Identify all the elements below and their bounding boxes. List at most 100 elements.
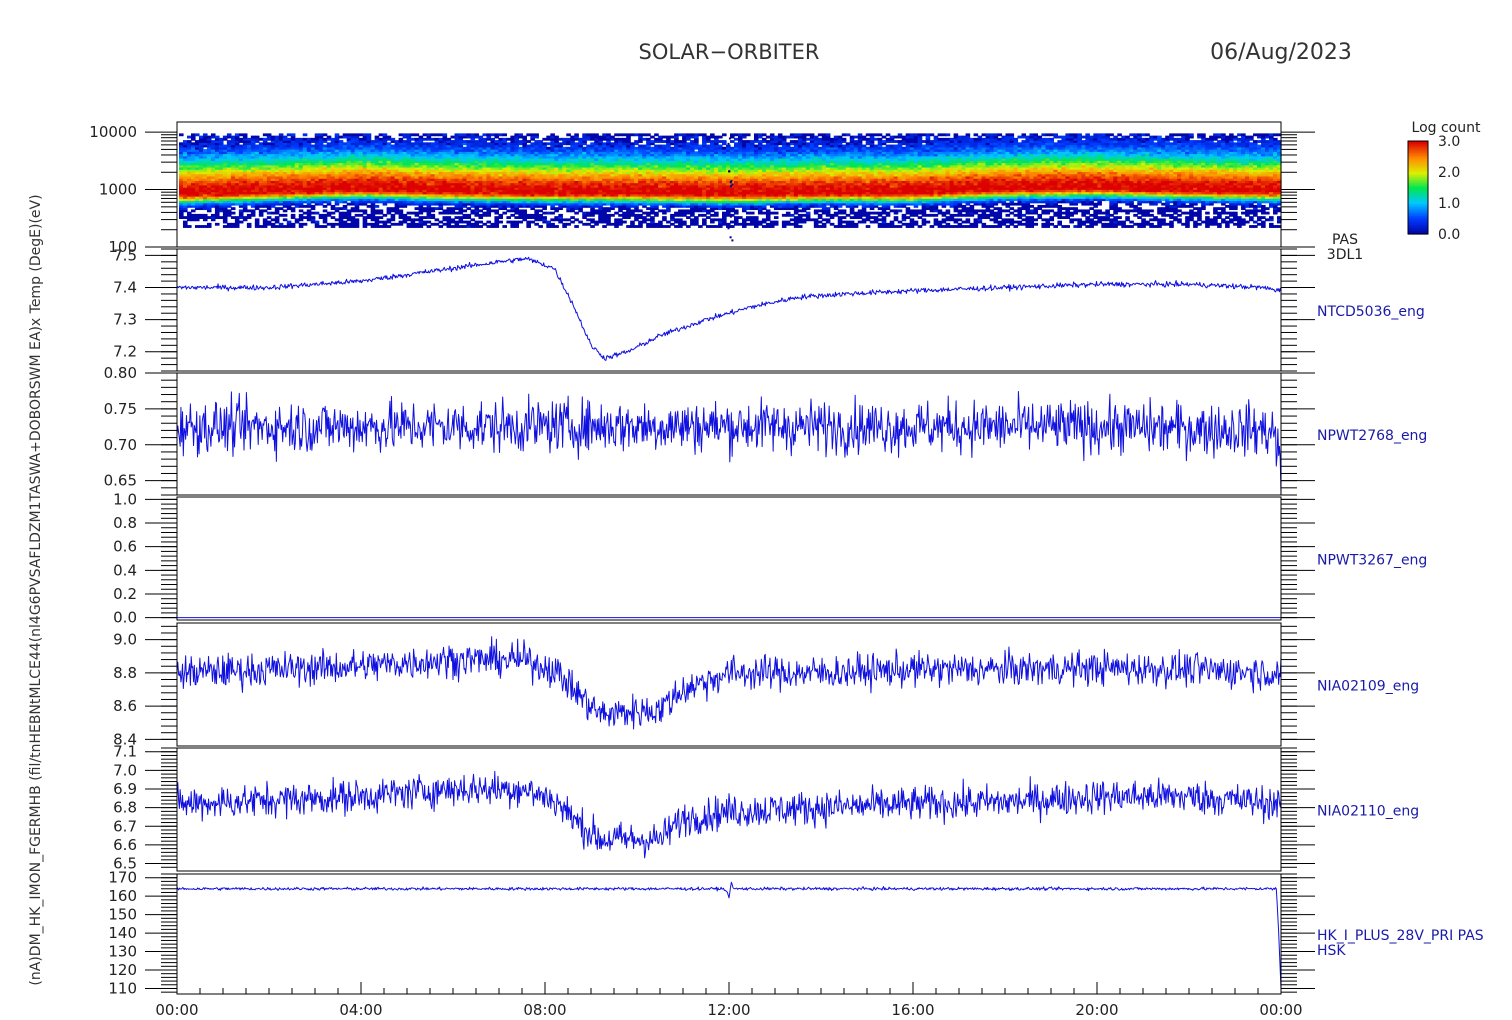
spectrogram-cell (470, 222, 476, 226)
spectrogram-cell (210, 213, 216, 217)
spectrogram-cell (326, 222, 332, 226)
spectrogram-cell (378, 225, 384, 228)
spectrogram-cell (550, 211, 555, 215)
spectrogram-cell (266, 216, 272, 219)
spectrogram-cell (226, 222, 232, 226)
spectrogram-cell (402, 133, 408, 137)
spectrogram-cell (202, 213, 208, 217)
spectrogram-cell (358, 137, 364, 141)
spectrogram-cell (218, 216, 224, 219)
spectrogram-cell (406, 211, 412, 215)
spectrogram-cell (386, 135, 392, 139)
spectrogram-cell (538, 209, 543, 213)
spectrogram-cell (630, 220, 635, 224)
spectrogram-cell (402, 140, 408, 143)
spectrogram-cell (586, 133, 591, 137)
spectrogram-cell (586, 144, 591, 148)
spectrogram-cell (638, 133, 643, 137)
spectrogram-cell (274, 135, 280, 139)
spectrogram-cell (230, 135, 236, 139)
spectrogram-cell (702, 133, 707, 137)
spectrogram-cell (278, 213, 284, 217)
spectrogram-cell (594, 133, 599, 137)
spectrogram-cell (714, 211, 719, 215)
spectrogram-cell (674, 211, 679, 215)
spectrogram-cell (638, 209, 643, 213)
spectrogram-cell (222, 144, 228, 148)
spectrogram-cell (258, 225, 264, 228)
spectrogram-cell (186, 135, 192, 139)
spectrogram-cell (234, 133, 240, 137)
spectrogram-cell (638, 144, 643, 148)
spectrogram-cell (342, 211, 348, 215)
spectrogram-cell (290, 207, 296, 211)
spectrogram-cell (698, 144, 703, 148)
spectrogram-cell (606, 213, 611, 217)
spectrogram-cell (298, 213, 304, 217)
stacked-plot-figure: SOLAR−ORBITER 06/Aug/2023 (nA)DM_HK_IMON… (28, 40, 1484, 1019)
spectrogram-cell (706, 225, 711, 228)
spectrogram-cell (270, 218, 276, 222)
spectrogram-cell (678, 218, 683, 222)
spectrogram-cell (630, 209, 635, 213)
spectrogram-cell (574, 211, 579, 215)
spectrogram-cell (450, 140, 456, 143)
spectrogram-cell (262, 137, 268, 141)
spectrogram-cell (554, 207, 559, 211)
spectrogram-cell (642, 211, 647, 215)
spectrogram-cell (686, 209, 691, 213)
spectrogram-cell (494, 133, 500, 137)
spectrogram-cell (646, 211, 651, 215)
spectrogram-cell (274, 225, 280, 228)
spectrogram-cell (434, 207, 440, 211)
spectrogram-cell (318, 213, 324, 217)
spectrogram-cell (634, 133, 639, 137)
spectrogram-cell (346, 133, 352, 137)
spectrogram-cell (690, 133, 695, 137)
spectrogram-cell (714, 225, 719, 228)
spectrogram-cell (482, 222, 488, 226)
spectrogram-cell (654, 222, 659, 226)
spectrogram-cell (398, 137, 404, 141)
spectrogram-cell (534, 133, 539, 137)
spectrogram-cell (498, 220, 504, 224)
spectrogram-cell (454, 211, 460, 215)
spectrogram-cell (662, 216, 667, 219)
spectrogram-cell (270, 135, 276, 139)
spectrogram-cell (202, 133, 208, 137)
spectrogram-cell (658, 209, 663, 213)
spectrogram-cell (302, 211, 308, 215)
spectrogram-cell (390, 222, 396, 226)
spectrogram-cell (670, 135, 675, 139)
spectrogram-cell (194, 213, 200, 217)
spectrogram-cell (302, 216, 308, 219)
spectrogram-cell (646, 137, 651, 141)
spectrogram-cell (462, 209, 468, 213)
spectrogram-cell (498, 133, 504, 137)
spectrogram-cell (494, 209, 500, 213)
spectrogram-cell (718, 140, 723, 143)
spectrogram-cell (530, 220, 535, 224)
spectrogram-cell (354, 213, 360, 217)
spectrogram-cell (618, 133, 623, 137)
spectrogram-cell (454, 216, 460, 219)
spectrogram-cell (602, 133, 607, 137)
spectrogram-cell (382, 213, 388, 217)
spectrogram-cell (574, 218, 579, 222)
spectrogram-cell (554, 216, 559, 219)
spectrogram-cell (394, 222, 400, 226)
spectrogram-cell (462, 220, 468, 224)
spectrogram-cell (482, 211, 488, 215)
spectrogram-cell (182, 216, 188, 219)
spectrogram-cell (226, 209, 232, 213)
spectrogram-cell (450, 225, 456, 228)
spectrogram-cell (650, 216, 655, 219)
spectrogram-cell (290, 133, 296, 137)
spectrogram-cell (278, 207, 284, 211)
spectrogram-cell (258, 137, 264, 141)
spectrogram-cell (202, 225, 208, 228)
spectrogram-cell (542, 137, 547, 141)
spectrogram-cell (626, 133, 631, 137)
spectrogram-cell (642, 216, 647, 219)
spectrogram-cell (330, 222, 336, 226)
